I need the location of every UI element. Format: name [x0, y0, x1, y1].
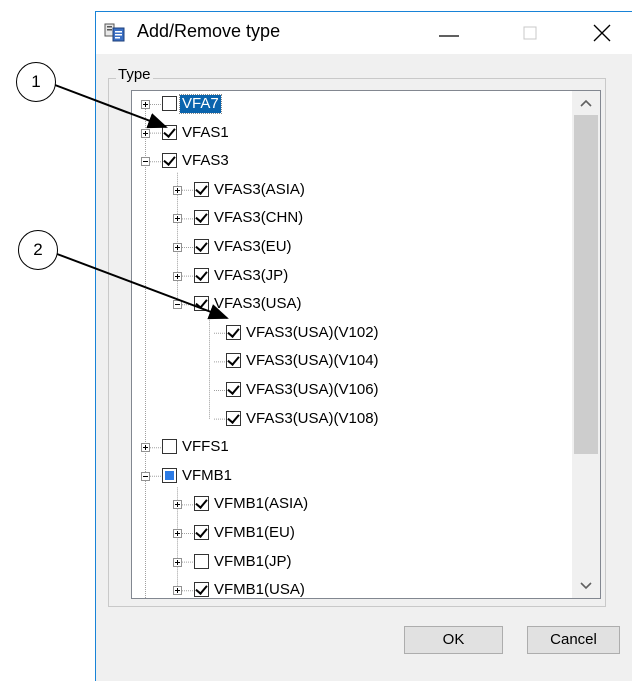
tree-item-checkbox[interactable] [194, 239, 209, 254]
expand-icon[interactable] [173, 557, 182, 567]
ok-button[interactable]: OK [404, 626, 503, 654]
callout-1: 1 [16, 62, 56, 102]
tree-item-label[interactable]: VFMB1(ASIA) [212, 495, 310, 513]
callout-2: 2 [18, 230, 58, 270]
tree-item-label[interactable]: VFMB1 [180, 467, 234, 485]
tree-item-label[interactable]: VFAS3 [180, 152, 231, 170]
close-icon [593, 24, 611, 42]
scroll-up-button[interactable] [572, 91, 600, 115]
tree-item-checkbox[interactable] [162, 467, 177, 483]
expand-icon[interactable] [173, 271, 182, 281]
expand-icon[interactable] [173, 185, 182, 195]
tree-item-checkbox[interactable] [194, 267, 209, 283]
tree-item-label[interactable]: VFAS3(USA)(V102) [244, 324, 381, 342]
tree-item-label[interactable]: VFAS3(EU) [212, 238, 294, 256]
cancel-button[interactable]: Cancel [527, 626, 620, 654]
expand-icon[interactable] [141, 128, 150, 138]
tree-item-label[interactable]: VFFS1 [180, 438, 231, 456]
tree-item-checkbox[interactable] [226, 353, 241, 369]
tree-item-checkbox[interactable] [226, 410, 241, 426]
tree-item-checkbox[interactable] [194, 525, 209, 540]
close-button[interactable] [580, 12, 626, 54]
title-bar[interactable]: Add/Remove type [96, 12, 632, 54]
vertical-scrollbar[interactable] [572, 91, 600, 598]
tree-item-label[interactable]: VFAS3(USA) [212, 295, 304, 313]
expand-icon[interactable] [173, 214, 182, 224]
tree-item-checkbox[interactable] [194, 210, 209, 226]
minimize-icon [439, 35, 459, 37]
tree-item-checkbox[interactable] [226, 324, 241, 340]
tree-item-label[interactable]: VFMB1(JP) [212, 553, 294, 571]
expand-icon[interactable] [173, 243, 182, 252]
expand-icon[interactable] [173, 586, 182, 596]
maximize-button [508, 12, 554, 54]
tree-item-checkbox[interactable] [194, 296, 209, 312]
type-manager-icon [104, 23, 125, 42]
dialog-client-area: Type VFA7 VFAS1 VFAS3 VFAS3(ASIA) VFAS3(CHN)… [96, 54, 632, 681]
window-title: Add/Remove type [137, 21, 281, 41]
tree-item-checkbox[interactable] [194, 582, 209, 598]
chevron-down-icon [580, 582, 592, 590]
expand-icon[interactable] [173, 529, 182, 538]
tree-item-checkbox[interactable] [226, 382, 241, 397]
tree-item-label[interactable]: VFMB1(USA) [212, 581, 307, 598]
minimize-button[interactable] [427, 12, 473, 54]
tree-item-label[interactable]: VFAS3(USA)(V106) [244, 381, 381, 399]
collapse-icon[interactable] [141, 157, 150, 167]
tree-item-checkbox[interactable] [162, 124, 177, 140]
expand-icon[interactable] [173, 500, 182, 510]
tree-item-label[interactable]: VFAS3(JP) [212, 267, 290, 285]
tree-item-checkbox[interactable] [162, 439, 177, 455]
tree-item-label[interactable]: VFAS1 [180, 124, 231, 142]
tree-item-checkbox[interactable] [162, 153, 177, 169]
tree-item-label[interactable]: VFAS3(ASIA) [212, 181, 307, 199]
maximize-icon [523, 26, 537, 40]
tree-item-checkbox[interactable] [194, 553, 209, 569]
scroll-thumb[interactable] [574, 115, 598, 454]
chevron-up-icon [580, 99, 592, 107]
collapse-icon[interactable] [141, 471, 150, 481]
tree-item-label[interactable]: VFMB1(EU) [212, 524, 297, 542]
tree-item-checkbox[interactable] [194, 181, 209, 197]
add-remove-type-dialog: Add/Remove type Type VFA7 VFAS1 VFAS3 VFAS3… [95, 11, 632, 681]
collapse-icon[interactable] [173, 300, 182, 310]
type-tree-view[interactable]: VFA7 VFAS1 VFAS3 VFAS3(ASIA) VFAS3(CHN) VFAS3… [131, 90, 601, 599]
tree-item-label[interactable]: VFAS3(USA)(V104) [244, 352, 381, 370]
expand-icon[interactable] [141, 443, 150, 453]
tree-item-checkbox[interactable] [162, 96, 177, 111]
group-label: Type [116, 66, 153, 83]
tree-item-checkbox[interactable] [194, 496, 209, 512]
expand-icon[interactable] [141, 100, 150, 109]
tree-item-label[interactable]: VFAS3(USA)(V108) [244, 410, 381, 428]
tree-item-label[interactable]: VFA7 [179, 94, 222, 114]
tree-item-label[interactable]: VFAS3(CHN) [212, 209, 305, 227]
scroll-down-button[interactable] [572, 574, 600, 598]
